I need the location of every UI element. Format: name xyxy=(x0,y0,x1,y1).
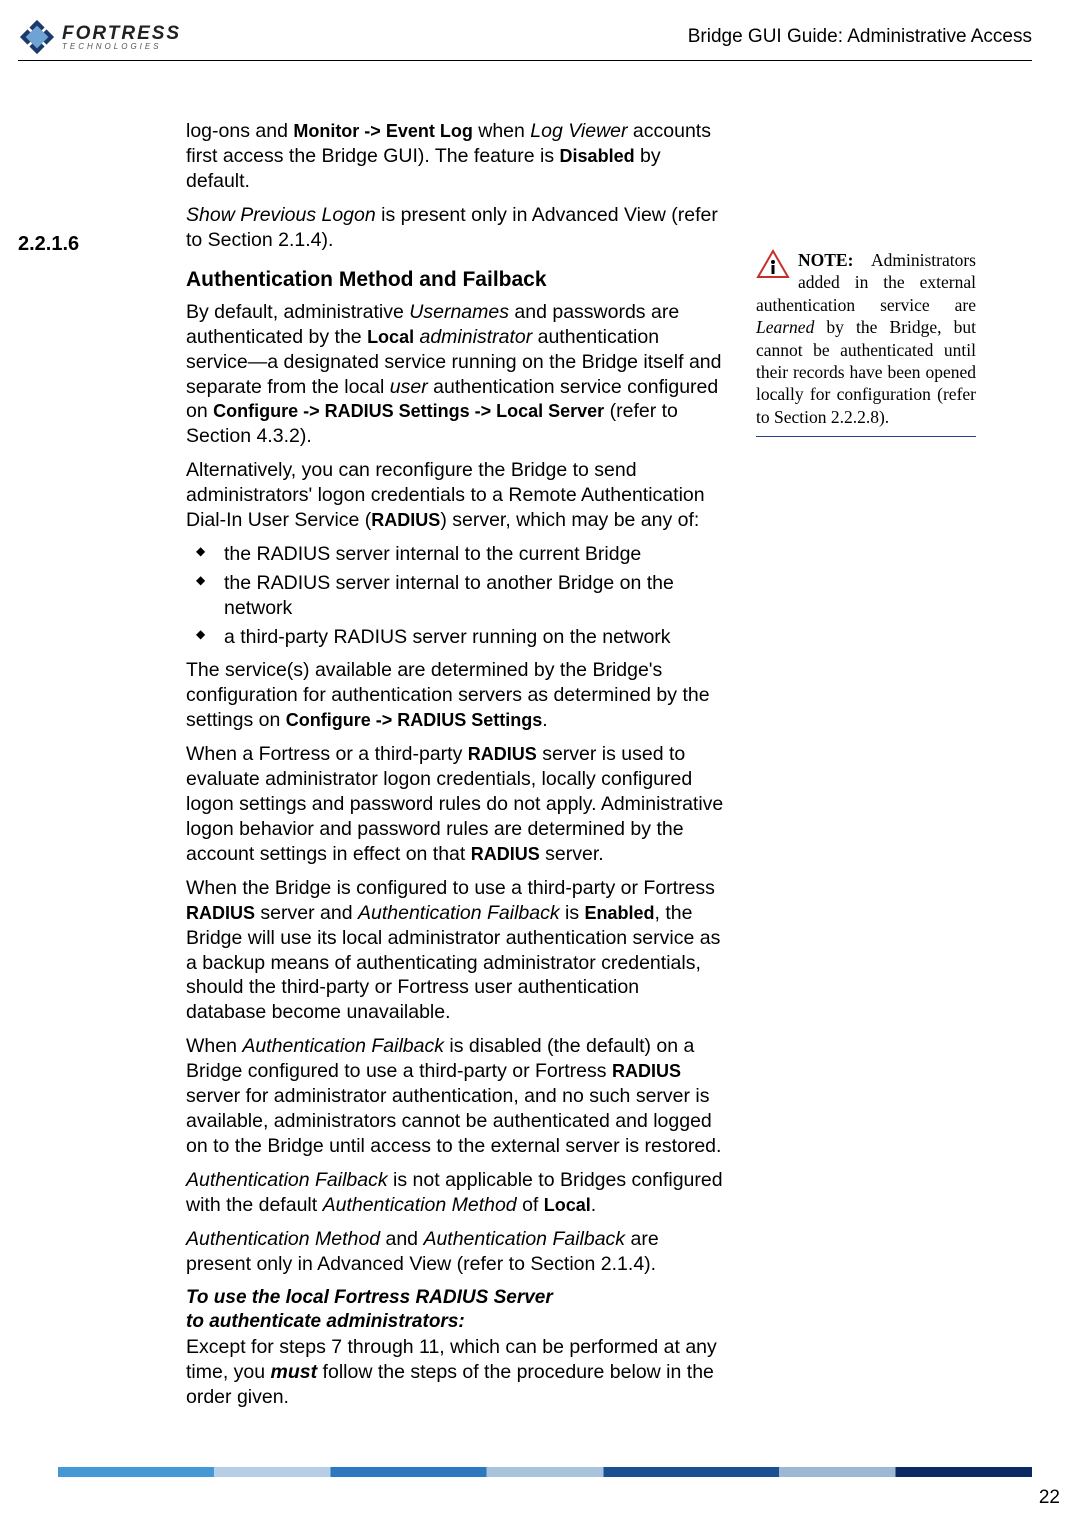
note-box: NOTE: Administrators added in the extern… xyxy=(756,249,976,437)
logo-main-text: FORTRESS xyxy=(62,24,181,43)
right-column: NOTE: Administrators added in the extern… xyxy=(756,119,976,437)
section-number: 2.2.1.6 xyxy=(18,233,176,256)
body-para-7: Authentication Failback is not applicabl… xyxy=(186,1168,724,1218)
body-para-5: When the Bridge is configured to use a t… xyxy=(186,876,724,1026)
page-header: FORTRESS TECHNOLOGIES Bridge GUI Guide: … xyxy=(18,18,1032,61)
body-para-8: Authentication Method and Authentication… xyxy=(186,1227,724,1277)
logo-text: FORTRESS TECHNOLOGIES xyxy=(62,24,181,51)
body-para-4: When a Fortress or a third-party RADIUS … xyxy=(186,742,724,867)
fortress-logo-icon xyxy=(18,18,56,56)
page-number: 22 xyxy=(1039,1487,1060,1509)
logo-sub-text: TECHNOLOGIES xyxy=(62,43,181,51)
list-item: the RADIUS server internal to the curren… xyxy=(186,542,724,567)
logo: FORTRESS TECHNOLOGIES xyxy=(18,18,181,56)
main-column: log-ons and Monitor -> Event Log when Lo… xyxy=(186,119,724,1419)
list-item: a third-party RADIUS server running on t… xyxy=(186,625,724,650)
procedure-heading: To use the local Fortress RADIUS Server … xyxy=(186,1286,724,1334)
intro-para-2: Show Previous Logon is present only in A… xyxy=(186,203,724,253)
footer-bar xyxy=(58,1467,1032,1477)
bullet-list: the RADIUS server internal to the curren… xyxy=(186,542,724,650)
left-column: 2.2.1.6 xyxy=(18,119,186,256)
guide-title: Bridge GUI Guide: Administrative Access xyxy=(688,26,1032,48)
body-para-3: The service(s) available are determined … xyxy=(186,658,724,733)
body-para-1: By default, administrative Usernames and… xyxy=(186,300,724,450)
list-item: the RADIUS server internal to another Br… xyxy=(186,571,724,621)
body-para-6: When Authentication Failback is disabled… xyxy=(186,1034,724,1159)
section-heading: Authentication Method and Failback xyxy=(186,267,724,294)
body-para-2: Alternatively, you can reconfigure the B… xyxy=(186,458,724,533)
body-para-9: Except for steps 7 through 11, which can… xyxy=(186,1335,724,1410)
note-label: NOTE: xyxy=(798,250,853,270)
content: 2.2.1.6 log-ons and Monitor -> Event Log… xyxy=(18,119,1032,1419)
warning-info-icon xyxy=(756,249,790,284)
page: FORTRESS TECHNOLOGIES Bridge GUI Guide: … xyxy=(0,0,1090,1523)
intro-para-1: log-ons and Monitor -> Event Log when Lo… xyxy=(186,119,724,194)
